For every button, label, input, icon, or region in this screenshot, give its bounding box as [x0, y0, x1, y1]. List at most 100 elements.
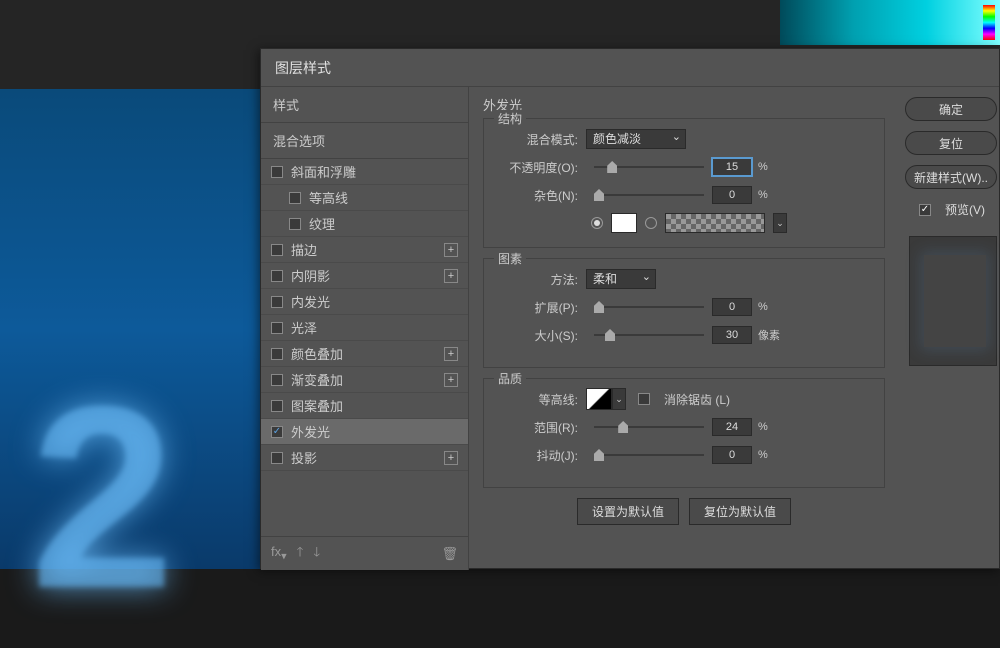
layer-style-dialog: 图层样式 样式 混合选项 斜面和浮雕等高线纹理描边+ 内阴影 + 内发光光泽颜色叠加+… [260, 48, 1000, 569]
style-item-11[interactable]: 投影 + [261, 445, 468, 471]
add-effect-icon[interactable]: + [444, 269, 458, 283]
quality-fieldset: 品质 等高线: ⌄ 消除锯齿 (L) 范围(R): 24 % 抖动(J): [483, 378, 885, 488]
style-checkbox[interactable] [271, 374, 283, 386]
range-input[interactable]: 24 [712, 418, 752, 436]
gradient-radio[interactable] [645, 217, 657, 229]
style-checkbox[interactable] [271, 322, 283, 334]
style-item-1[interactable]: 等高线 [261, 185, 468, 211]
blend-mode-label: 混合模式: [496, 131, 586, 148]
color-radio[interactable] [591, 217, 603, 229]
add-effect-icon[interactable]: + [444, 347, 458, 361]
quality-legend: 品质 [494, 370, 526, 387]
move-down-icon[interactable]: 🡓 [313, 543, 320, 565]
spread-unit: % [758, 301, 768, 313]
style-label: 外发光 [291, 422, 330, 441]
style-item-3[interactable]: 描边+ [261, 237, 468, 263]
style-checkbox[interactable] [271, 400, 283, 412]
set-default-button[interactable]: 设置为默认值 [577, 498, 679, 525]
style-checkbox[interactable] [271, 348, 283, 360]
color-picker-panel[interactable] [780, 0, 1000, 45]
dialog-side-buttons: 确定 复位 新建样式(W).. 预览(V) [899, 87, 999, 570]
style-checkbox[interactable] [289, 192, 301, 204]
canvas-area: 2 [0, 89, 260, 569]
style-item-6[interactable]: 光泽 [261, 315, 468, 341]
style-label: 等高线 [309, 188, 348, 207]
style-item-7[interactable]: 颜色叠加+ [261, 341, 468, 367]
style-item-0[interactable]: 斜面和浮雕 [261, 159, 468, 185]
fx-icon[interactable]: fx▾ [271, 544, 287, 563]
blend-mode-dropdown[interactable]: 颜色减淡 [586, 129, 686, 149]
style-label: 纹理 [309, 214, 335, 233]
hue-bar[interactable] [983, 5, 995, 40]
style-checkbox[interactable] [271, 166, 283, 178]
section-title: 外发光 [483, 95, 885, 114]
style-label: 渐变叠加 [291, 370, 343, 389]
method-dropdown[interactable]: 柔和 [586, 269, 656, 289]
style-label: 投影 [291, 448, 317, 467]
elements-fieldset: 图素 方法: 柔和 扩展(P): 0 % 大小(S): 30 像素 [483, 258, 885, 368]
noise-slider[interactable] [594, 194, 704, 196]
add-effect-icon[interactable]: + [444, 373, 458, 387]
style-label: 内阴影 [291, 266, 330, 285]
style-item-2[interactable]: 纹理 [261, 211, 468, 237]
size-unit: 像素 [758, 327, 780, 343]
new-style-button[interactable]: 新建样式(W).. [905, 165, 997, 189]
reset-default-button[interactable]: 复位为默认值 [689, 498, 791, 525]
add-effect-icon[interactable]: + [444, 243, 458, 257]
contour-dropdown-icon[interactable]: ⌄ [612, 388, 626, 410]
styles-header[interactable]: 样式 [261, 87, 468, 123]
antialias-checkbox[interactable] [638, 393, 650, 405]
noise-label: 杂色(N): [496, 187, 586, 204]
method-label: 方法: [496, 271, 586, 288]
noise-input[interactable]: 0 [712, 186, 752, 204]
style-checkbox[interactable] [271, 244, 283, 256]
opacity-input[interactable]: 15 [712, 158, 752, 176]
style-checkbox[interactable] [289, 218, 301, 230]
style-item-5[interactable]: 内发光 [261, 289, 468, 315]
size-input[interactable]: 30 [712, 326, 752, 344]
jitter-label: 抖动(J): [496, 447, 586, 464]
style-label: 图案叠加 [291, 396, 343, 415]
contour-label: 等高线: [496, 391, 586, 408]
structure-legend: 结构 [494, 110, 526, 127]
trash-icon[interactable]: 🗑 [441, 546, 458, 562]
canvas-text-2: 2 [30, 349, 175, 648]
style-item-10[interactable]: 外发光 [261, 419, 468, 445]
contour-swatch[interactable] [586, 388, 612, 410]
dialog-title: 图层样式 [261, 49, 999, 87]
spread-slider[interactable] [594, 306, 704, 308]
jitter-unit: % [758, 449, 768, 461]
move-up-icon[interactable]: 🡑 [297, 543, 304, 565]
style-label: 光泽 [291, 318, 317, 337]
structure-fieldset: 结构 混合模式: 颜色减淡 不透明度(O): 15 % 杂色(N): 0 % [483, 118, 885, 248]
size-label: 大小(S): [496, 327, 586, 344]
style-checkbox[interactable] [271, 426, 283, 438]
preview-checkbox[interactable] [919, 204, 931, 216]
gradient-dropdown-icon[interactable]: ⌄ [773, 213, 787, 233]
blend-options-header[interactable]: 混合选项 [261, 123, 468, 159]
glow-gradient-swatch[interactable] [665, 213, 765, 233]
jitter-input[interactable]: 0 [712, 446, 752, 464]
style-item-9[interactable]: 图案叠加 [261, 393, 468, 419]
settings-panel: 外发光 结构 混合模式: 颜色减淡 不透明度(O): 15 % 杂色(N): 0 [469, 87, 899, 570]
add-effect-icon[interactable]: + [444, 451, 458, 465]
style-checkbox[interactable] [271, 452, 283, 464]
style-checkbox[interactable] [271, 270, 283, 282]
range-slider[interactable] [594, 426, 704, 428]
glow-color-swatch[interactable] [611, 213, 637, 233]
styles-list-panel: 样式 混合选项 斜面和浮雕等高线纹理描边+ 内阴影 + 内发光光泽颜色叠加+ 渐变叠加 +… [261, 87, 469, 570]
jitter-slider[interactable] [594, 454, 704, 456]
elements-legend: 图素 [494, 250, 526, 267]
opacity-slider[interactable] [594, 166, 704, 168]
spread-input[interactable]: 0 [712, 298, 752, 316]
style-checkbox[interactable] [271, 296, 283, 308]
size-slider[interactable] [594, 334, 704, 336]
preview-box [909, 236, 997, 366]
style-item-8[interactable]: 渐变叠加 + [261, 367, 468, 393]
opacity-unit: % [758, 161, 768, 173]
style-label: 内发光 [291, 292, 330, 311]
ok-button[interactable]: 确定 [905, 97, 997, 121]
style-item-4[interactable]: 内阴影 + [261, 263, 468, 289]
cancel-button[interactable]: 复位 [905, 131, 997, 155]
styles-footer: fx▾ 🡑 🡓 🗑 [261, 536, 468, 570]
